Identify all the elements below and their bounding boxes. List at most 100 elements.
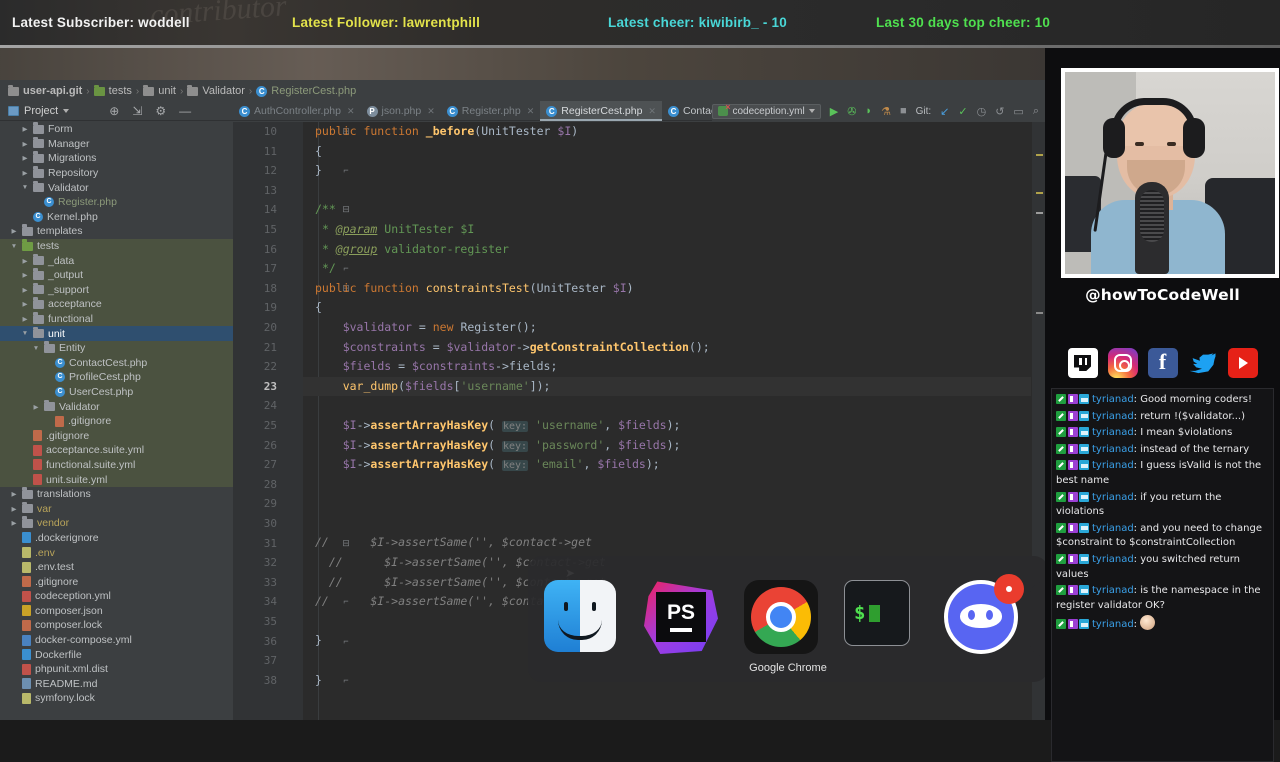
- disclosure-arrow-icon[interactable]: ▶: [21, 300, 29, 308]
- update-project-icon[interactable]: ↙: [940, 105, 949, 118]
- tree-item-acceptance-suite-yml[interactable]: ▶ acceptance.suite.yml: [0, 443, 233, 458]
- disclosure-arrow-icon[interactable]: ▶: [21, 154, 29, 162]
- search-icon[interactable]: ⌕: [1033, 105, 1039, 118]
- tree-item-gitignore[interactable]: ▶ .gitignore: [0, 413, 233, 429]
- code-line-26[interactable]: $I->assertArrayHasKey( key: 'password', …: [303, 436, 1031, 456]
- rollback-icon[interactable]: ↺: [995, 105, 1004, 118]
- tree-item-docker-compose-yml[interactable]: ▶ docker-compose.yml: [0, 633, 233, 648]
- dock-item-discord[interactable]: [944, 574, 1024, 658]
- disclosure-arrow-icon[interactable]: ▶: [21, 432, 29, 440]
- tree-item-gitignore[interactable]: ▶ .gitignore: [0, 574, 233, 589]
- disclosure-arrow-icon[interactable]: ▼: [21, 330, 29, 337]
- hide-icon[interactable]: —: [179, 104, 191, 118]
- tree-item-composer-json[interactable]: ▶ composer.json: [0, 604, 233, 619]
- chevron-down-icon[interactable]: [63, 108, 70, 113]
- disclosure-arrow-icon[interactable]: ▶: [21, 315, 29, 323]
- chat-username[interactable]: tyrianad: [1092, 444, 1134, 455]
- code-line-24[interactable]: [303, 396, 1031, 416]
- dock-item-partial[interactable]: [1030, 582, 1045, 656]
- youtube-icon[interactable]: [1227, 348, 1258, 378]
- code-line-12[interactable]: }: [303, 161, 1031, 181]
- tree-item-data[interactable]: ▶ _data: [0, 253, 233, 268]
- dock-item-chrome[interactable]: [744, 580, 822, 658]
- twitch-icon[interactable]: [1067, 348, 1098, 378]
- chat-username[interactable]: tyrianad: [1092, 394, 1134, 405]
- dock-item-finder[interactable]: [544, 580, 622, 658]
- chat-username[interactable]: tyrianad: [1092, 492, 1134, 503]
- tree-item-tests[interactable]: ▼ tests: [0, 238, 233, 254]
- disclosure-arrow-icon[interactable]: ▶: [21, 461, 29, 469]
- breadcrumb-item-project[interactable]: user-api.git: [8, 84, 82, 97]
- tree-item-manager[interactable]: ▶ Manager: [0, 136, 233, 152]
- disclosure-arrow-icon[interactable]: ▶: [10, 534, 18, 542]
- profile-icon[interactable]: ⚗: [881, 105, 891, 118]
- code-line-22[interactable]: $fields = $constraints->fields;: [303, 357, 1031, 377]
- disclosure-arrow-icon[interactable]: ▶: [10, 549, 18, 557]
- code-line-13[interactable]: [303, 181, 1031, 201]
- stop-icon[interactable]: ■: [900, 105, 907, 117]
- close-icon[interactable]: ✕: [347, 106, 355, 117]
- disclosure-arrow-icon[interactable]: ▶: [10, 227, 18, 235]
- tree-item-readme-md[interactable]: ▶ README.md: [0, 677, 233, 692]
- tree-item-composer-lock[interactable]: ▶ composer.lock: [0, 618, 233, 633]
- chat-panel[interactable]: tyrianad: Good morning coders! tyrianad: …: [1051, 388, 1274, 762]
- disclosure-arrow-icon[interactable]: ▶: [21, 140, 29, 148]
- tree-item-templates[interactable]: ▶ templates: [0, 224, 233, 239]
- twitter-icon[interactable]: [1188, 348, 1218, 378]
- run-icon[interactable]: ▶: [830, 105, 838, 118]
- disclosure-arrow-icon[interactable]: ▶: [21, 286, 29, 294]
- chat-username[interactable]: tyrianad: [1092, 523, 1134, 534]
- disclosure-arrow-icon[interactable]: ▶: [10, 490, 18, 498]
- tree-item-symfony-lock[interactable]: ▶ symfony.lock: [0, 691, 233, 706]
- code-line-27[interactable]: $I->assertArrayHasKey( key: 'email', $fi…: [303, 455, 1031, 475]
- breadcrumb-item-tests[interactable]: tests: [93, 84, 132, 97]
- tree-item-validator[interactable]: ▼ Validator: [0, 180, 233, 195]
- tree-item-phpunit-xml-dist[interactable]: ▶ phpunit.xml.dist: [0, 662, 233, 677]
- close-icon[interactable]: ✕: [427, 106, 435, 117]
- instagram-icon[interactable]: [1107, 348, 1138, 378]
- chat-username[interactable]: tyrianad: [1092, 460, 1134, 471]
- disclosure-arrow-icon[interactable]: ▶: [10, 651, 18, 659]
- disclosure-arrow-icon[interactable]: ▶: [43, 417, 51, 425]
- tree-item-form[interactable]: ▶ Form: [0, 122, 233, 137]
- breadcrumb-item-validator[interactable]: Validator: [187, 84, 245, 97]
- disclosure-arrow-icon[interactable]: ▶: [21, 476, 29, 484]
- tree-item-output[interactable]: ▶ _output: [0, 267, 233, 283]
- chat-username[interactable]: tyrianad: [1092, 427, 1134, 438]
- tree-item-translations[interactable]: ▶ translations: [0, 487, 233, 502]
- disclosure-arrow-icon[interactable]: ▶: [10, 607, 18, 615]
- tree-item-env-test[interactable]: ▶ .env.test: [0, 560, 233, 575]
- tree-item-var[interactable]: ▶ var: [0, 501, 233, 516]
- code-line-23[interactable]: var_dump($fields['username']);: [303, 376, 1031, 397]
- tree-item-usercest-php[interactable]: ▶ C UserCest.php: [0, 384, 233, 400]
- disclosure-arrow-icon[interactable]: ▶: [10, 519, 18, 527]
- chat-username[interactable]: tyrianad: [1092, 554, 1134, 565]
- gear-icon[interactable]: ⚙: [155, 104, 166, 118]
- facebook-icon[interactable]: f: [1147, 348, 1178, 378]
- locate-icon[interactable]: ⊕: [109, 104, 119, 118]
- disclosure-arrow-icon[interactable]: ▶: [10, 694, 18, 702]
- tree-item-dockerignore[interactable]: ▶ .dockerignore: [0, 531, 233, 546]
- close-icon[interactable]: ✕: [648, 106, 656, 117]
- code-line-29[interactable]: [303, 494, 1031, 514]
- chevron-down-icon[interactable]: [808, 109, 815, 113]
- tree-item-gitignore[interactable]: ▶ .gitignore: [0, 428, 233, 444]
- tree-item-entity[interactable]: ▼ Entity: [0, 340, 233, 356]
- disclosure-arrow-icon[interactable]: ▶: [21, 271, 29, 279]
- tab-registercest[interactable]: C RegisterCest.php ✕: [540, 101, 662, 121]
- tree-item-unit[interactable]: ▼ unit: [0, 326, 233, 341]
- disclosure-arrow-icon[interactable]: ▼: [21, 184, 29, 191]
- disclosure-arrow-icon[interactable]: ▶: [10, 592, 18, 600]
- code-line-18[interactable]: public function constraintsTest(UnitTest…: [303, 279, 1031, 299]
- breadcrumb-item-file[interactable]: C RegisterCest.php: [256, 85, 356, 97]
- tree-item-vendor[interactable]: ▶ vendor: [0, 516, 233, 531]
- disclosure-arrow-icon[interactable]: ▶: [21, 213, 29, 221]
- project-tool-window-button[interactable]: Project: [0, 105, 70, 117]
- terminal-toggle-icon[interactable]: ▭: [1013, 105, 1023, 118]
- code-line-17[interactable]: */: [303, 259, 1031, 279]
- disclosure-arrow-icon[interactable]: ▶: [43, 373, 51, 381]
- tree-item-kernel-php[interactable]: ▶ C Kernel.php: [0, 210, 233, 225]
- commit-icon[interactable]: ✓: [958, 105, 967, 118]
- chat-username[interactable]: tyrianad: [1092, 585, 1134, 596]
- breadcrumb-item-unit[interactable]: unit: [143, 84, 176, 97]
